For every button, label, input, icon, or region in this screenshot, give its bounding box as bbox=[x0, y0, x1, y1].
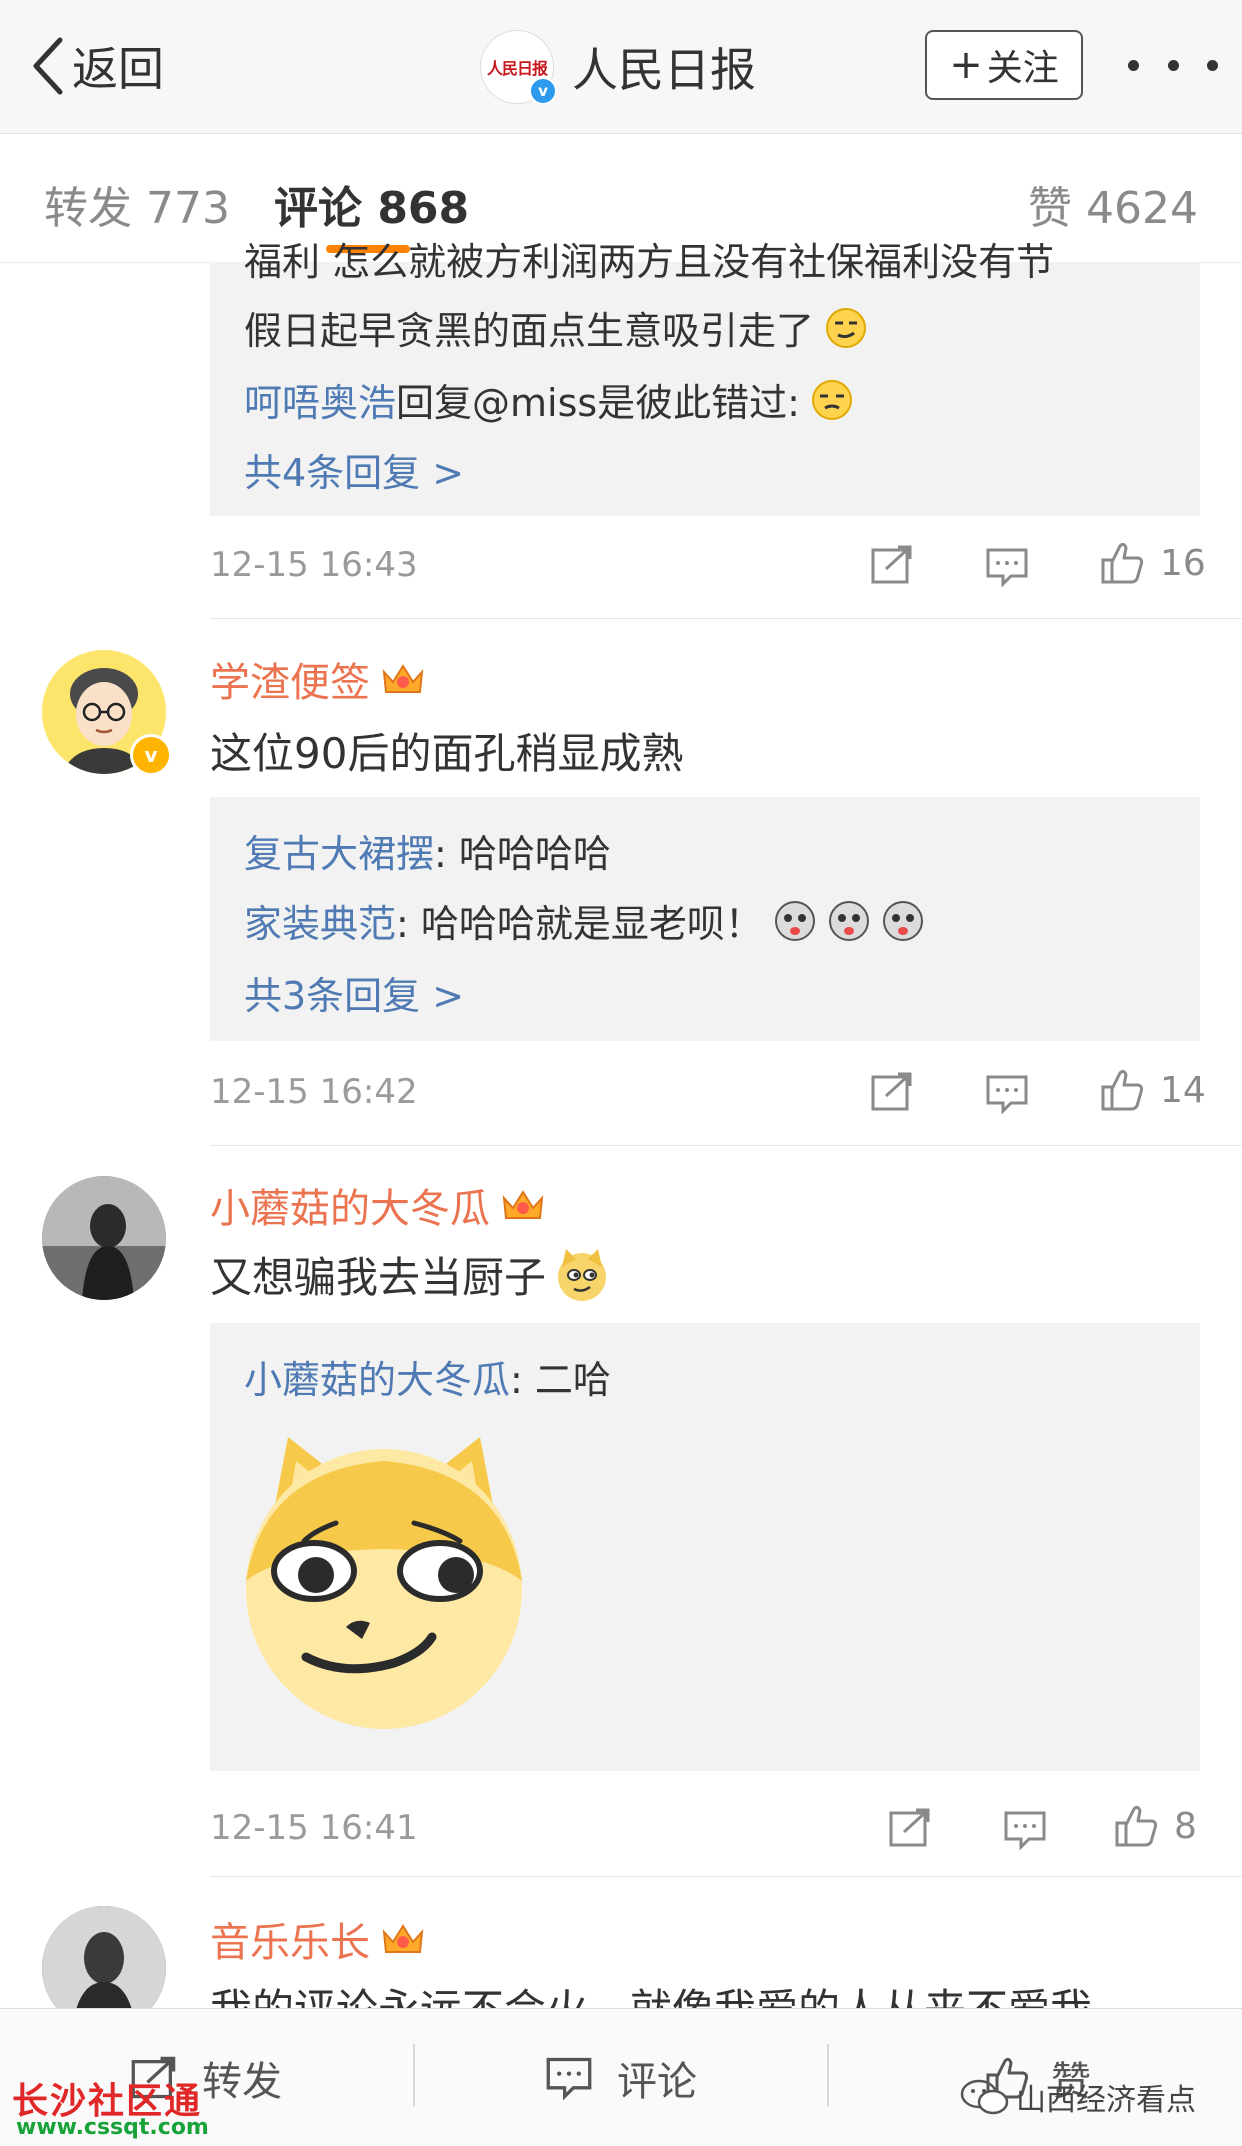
separator bbox=[413, 2044, 415, 2106]
thumbs-up-icon bbox=[1101, 1069, 1144, 1111]
logo-text: 人民日报 bbox=[486, 59, 548, 78]
like-count: 8 bbox=[1174, 1805, 1197, 1847]
wechat-icon bbox=[960, 2079, 1009, 2115]
comment-text: 这位90后的面孔稍显成熟 bbox=[210, 729, 684, 778]
husky-emoji-icon bbox=[774, 900, 815, 941]
reply-box[interactable]: 小蘑菇的大冬瓜 : 二哈 bbox=[210, 1323, 1200, 1771]
crown-vip-icon bbox=[382, 664, 424, 693]
like-action[interactable]: 8 bbox=[1114, 1803, 1197, 1849]
share-icon bbox=[871, 545, 912, 584]
smirk-emoji-icon bbox=[826, 307, 867, 348]
divider bbox=[210, 1876, 1242, 1877]
thumbs-up-icon bbox=[1101, 542, 1144, 584]
bottom-comment-button[interactable]: 评论 bbox=[545, 2049, 697, 2107]
tab-repost[interactable]: 转发 773 bbox=[44, 172, 230, 236]
bottom-repost-label: 转发 bbox=[202, 2059, 282, 2105]
reply-box[interactable]: 复古大裙摆 : 哈哈哈哈 家装典范 : 哈哈哈就是显老呗！ 共3条回复 > bbox=[210, 797, 1200, 1041]
watermark-account: 山西经济看点 bbox=[960, 2075, 1196, 2119]
crown-vip-icon bbox=[502, 1190, 544, 1219]
reply-box[interactable]: 福利 怎么就被方利润两方且没有社保福利没有节 假日起早贪黑的面点生意吸引走了 呵… bbox=[210, 242, 1200, 516]
comment-text: 又想骗我去当厨子 bbox=[210, 1244, 610, 1305]
reply-text: : 哈哈哈哈 bbox=[434, 832, 611, 876]
dot-icon bbox=[1207, 59, 1218, 71]
account-avatar[interactable]: 人民日报 v bbox=[480, 30, 557, 105]
thumbs-up-icon bbox=[1115, 1805, 1158, 1847]
like-count: 14 bbox=[1160, 1069, 1206, 1111]
comment-username[interactable]: 小蘑菇的大冬瓜 bbox=[210, 1176, 546, 1234]
comment-username[interactable]: 音乐乐长 bbox=[210, 1910, 426, 1968]
reply-line: 小蘑菇的大冬瓜 : 二哈 bbox=[244, 1349, 611, 1404]
reply-line: 家装典范 : 哈哈哈就是显老呗！ bbox=[244, 893, 925, 948]
watermark-account-label: 山西经济看点 bbox=[1016, 2083, 1196, 2118]
dot-icon bbox=[1167, 59, 1179, 71]
back-label: 返回 bbox=[72, 42, 164, 96]
reply-text: : 哈哈哈就是显老呗！ bbox=[396, 902, 763, 946]
page-title: 人民日报 bbox=[572, 43, 756, 97]
plus-icon: + bbox=[949, 42, 983, 88]
share-icon bbox=[871, 1072, 912, 1111]
comment-time: 12-15 16:43 bbox=[210, 545, 418, 585]
chevron-left-icon bbox=[33, 37, 63, 95]
reply-text: : 二哈 bbox=[510, 1358, 611, 1402]
username-label: 学渣便签 bbox=[210, 660, 370, 706]
comment-text-line: 假日起早贪黑的面点生意吸引走了 bbox=[244, 300, 868, 355]
reply-line: 复古大裙摆 : 哈哈哈哈 bbox=[244, 823, 611, 878]
comment-text-line-2: 假日起早贪黑的面点生意吸引走了 bbox=[244, 309, 815, 353]
share-icon bbox=[889, 1808, 930, 1847]
comment-text-partial: 福利 怎么就被方利润两方且没有社保福利没有节 bbox=[244, 242, 1054, 286]
dizzy-emoji-icon bbox=[812, 379, 852, 420]
husky-emoji-icon bbox=[828, 900, 869, 941]
bottom-comment-label: 评论 bbox=[617, 2059, 697, 2105]
crown-vip-icon bbox=[382, 1924, 424, 1953]
comment-text-label: 又想骗我去当厨子 bbox=[210, 1253, 547, 1302]
reply-username[interactable]: 小蘑菇的大冬瓜 bbox=[244, 1349, 510, 1404]
back-button[interactable]: 返回 bbox=[30, 26, 164, 106]
reply-username[interactable]: 呵唔奥浩 bbox=[244, 372, 396, 427]
like-action[interactable]: 16 bbox=[1100, 540, 1206, 586]
comment-icon bbox=[986, 548, 1028, 587]
reply-line: 呵唔奥浩 回复@miss是彼此错过: bbox=[244, 372, 854, 427]
follow-label: 关注 bbox=[986, 48, 1059, 89]
username-label: 音乐乐长 bbox=[210, 1920, 370, 1966]
reply-text: 回复@miss是彼此错过: bbox=[396, 381, 800, 425]
like-count: 16 bbox=[1160, 542, 1206, 584]
comment-icon bbox=[546, 2057, 592, 2100]
repost-action[interactable] bbox=[870, 545, 914, 585]
follow-button[interactable]: + 关注 bbox=[925, 30, 1083, 100]
husky-emoji-icon bbox=[882, 900, 923, 941]
comment-action[interactable] bbox=[1003, 1810, 1047, 1850]
photo-avatar-icon bbox=[42, 1176, 166, 1300]
divider bbox=[210, 618, 1242, 619]
tab-likes[interactable]: 赞 4624 bbox=[1028, 172, 1198, 236]
repost-action[interactable] bbox=[870, 1072, 914, 1112]
reply-username[interactable]: 家装典范 bbox=[244, 893, 396, 948]
comment-action[interactable] bbox=[985, 1074, 1029, 1114]
watermark-url: www.cssqt.com bbox=[16, 2115, 209, 2140]
separator bbox=[827, 2044, 829, 2106]
avatar-badge: v bbox=[130, 734, 172, 776]
repost-action[interactable] bbox=[888, 1808, 932, 1848]
comment-text-line: 福利 怎么就被方利润两方且没有社保福利没有节 bbox=[244, 242, 1055, 284]
username-label: 小蘑菇的大冬瓜 bbox=[210, 1186, 490, 1232]
reply-username[interactable]: 复古大裙摆 bbox=[244, 823, 434, 878]
divider bbox=[210, 1145, 1242, 1146]
more-replies-link[interactable]: 共4条回复 > bbox=[244, 442, 464, 497]
comment-time: 12-15 16:42 bbox=[210, 1072, 418, 1112]
comment-icon bbox=[986, 1075, 1028, 1114]
more-replies-link[interactable]: 共3条回复 > bbox=[244, 965, 464, 1020]
comment-username[interactable]: 学渣便签 bbox=[210, 650, 426, 708]
dot-icon bbox=[1128, 59, 1139, 71]
avatar[interactable] bbox=[42, 1176, 166, 1300]
doge-sticker-image[interactable] bbox=[244, 1431, 524, 1731]
verified-icon: v bbox=[529, 77, 557, 105]
tab-comments[interactable]: 评论 868 bbox=[274, 172, 469, 236]
more-options-button[interactable] bbox=[1128, 40, 1218, 90]
comment-icon bbox=[1004, 1811, 1046, 1850]
account-header[interactable]: 人民日报 v 人民日报 bbox=[480, 30, 756, 105]
doge-emoji-icon bbox=[558, 1248, 607, 1301]
comment-time: 12-15 16:41 bbox=[210, 1808, 418, 1848]
comment-action[interactable] bbox=[985, 547, 1029, 587]
like-action[interactable]: 14 bbox=[1100, 1067, 1206, 1113]
